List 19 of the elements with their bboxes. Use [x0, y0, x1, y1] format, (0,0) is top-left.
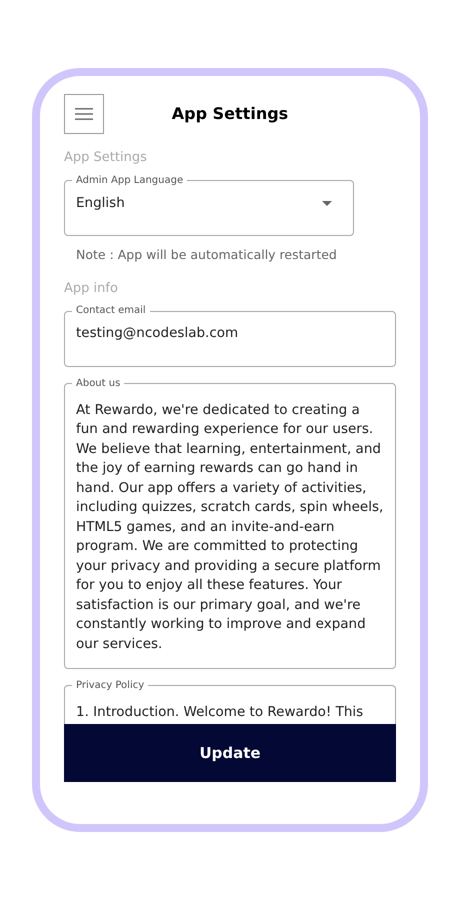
field-label: Privacy Policy — [75, 680, 146, 691]
field-label: Contact email — [75, 306, 147, 316]
field-value: 1. Introduction. Welcome to Rewardo! This — [76, 702, 364, 722]
language-select[interactable]: Admin App Language English — [64, 176, 354, 236]
field-value: testing@ncodeslab.com — [76, 324, 240, 344]
menu-icon — [75, 108, 93, 120]
email-field[interactable]: Contact email testing@ncodeslab.com — [64, 306, 396, 367]
dropdown-caret-icon — [322, 200, 332, 206]
field-value: English — [76, 194, 125, 212]
menu-button[interactable] — [64, 94, 104, 134]
field-label: About us — [75, 378, 122, 389]
note-text: Note : App will be automatically restarted — [76, 246, 338, 264]
page-title: App Settings — [170, 103, 290, 125]
field-value: At Rewardo, we're dedicated to creating a fun and rewarding experience for our users. We believe that learning, entertainment, and the joy of earning rewards can go hand in hand. Our app offers a variety of activities, including quizzes, scratch cards, spin wheels, HTML5 games, and an invite-and-earn program. We are committed to protecting your privacy and providing a secure platform for you to enjoy all these features. Your satisfaction is our primary goal, and we're constantly working to improve and expand our services. — [76, 400, 384, 654]
section-heading: App info — [64, 280, 119, 298]
update-button[interactable]: Update — [64, 724, 396, 782]
section-heading: App Settings — [64, 149, 148, 167]
field-label: Admin App Language — [75, 176, 184, 186]
text-area-field[interactable] — [64, 378, 396, 669]
